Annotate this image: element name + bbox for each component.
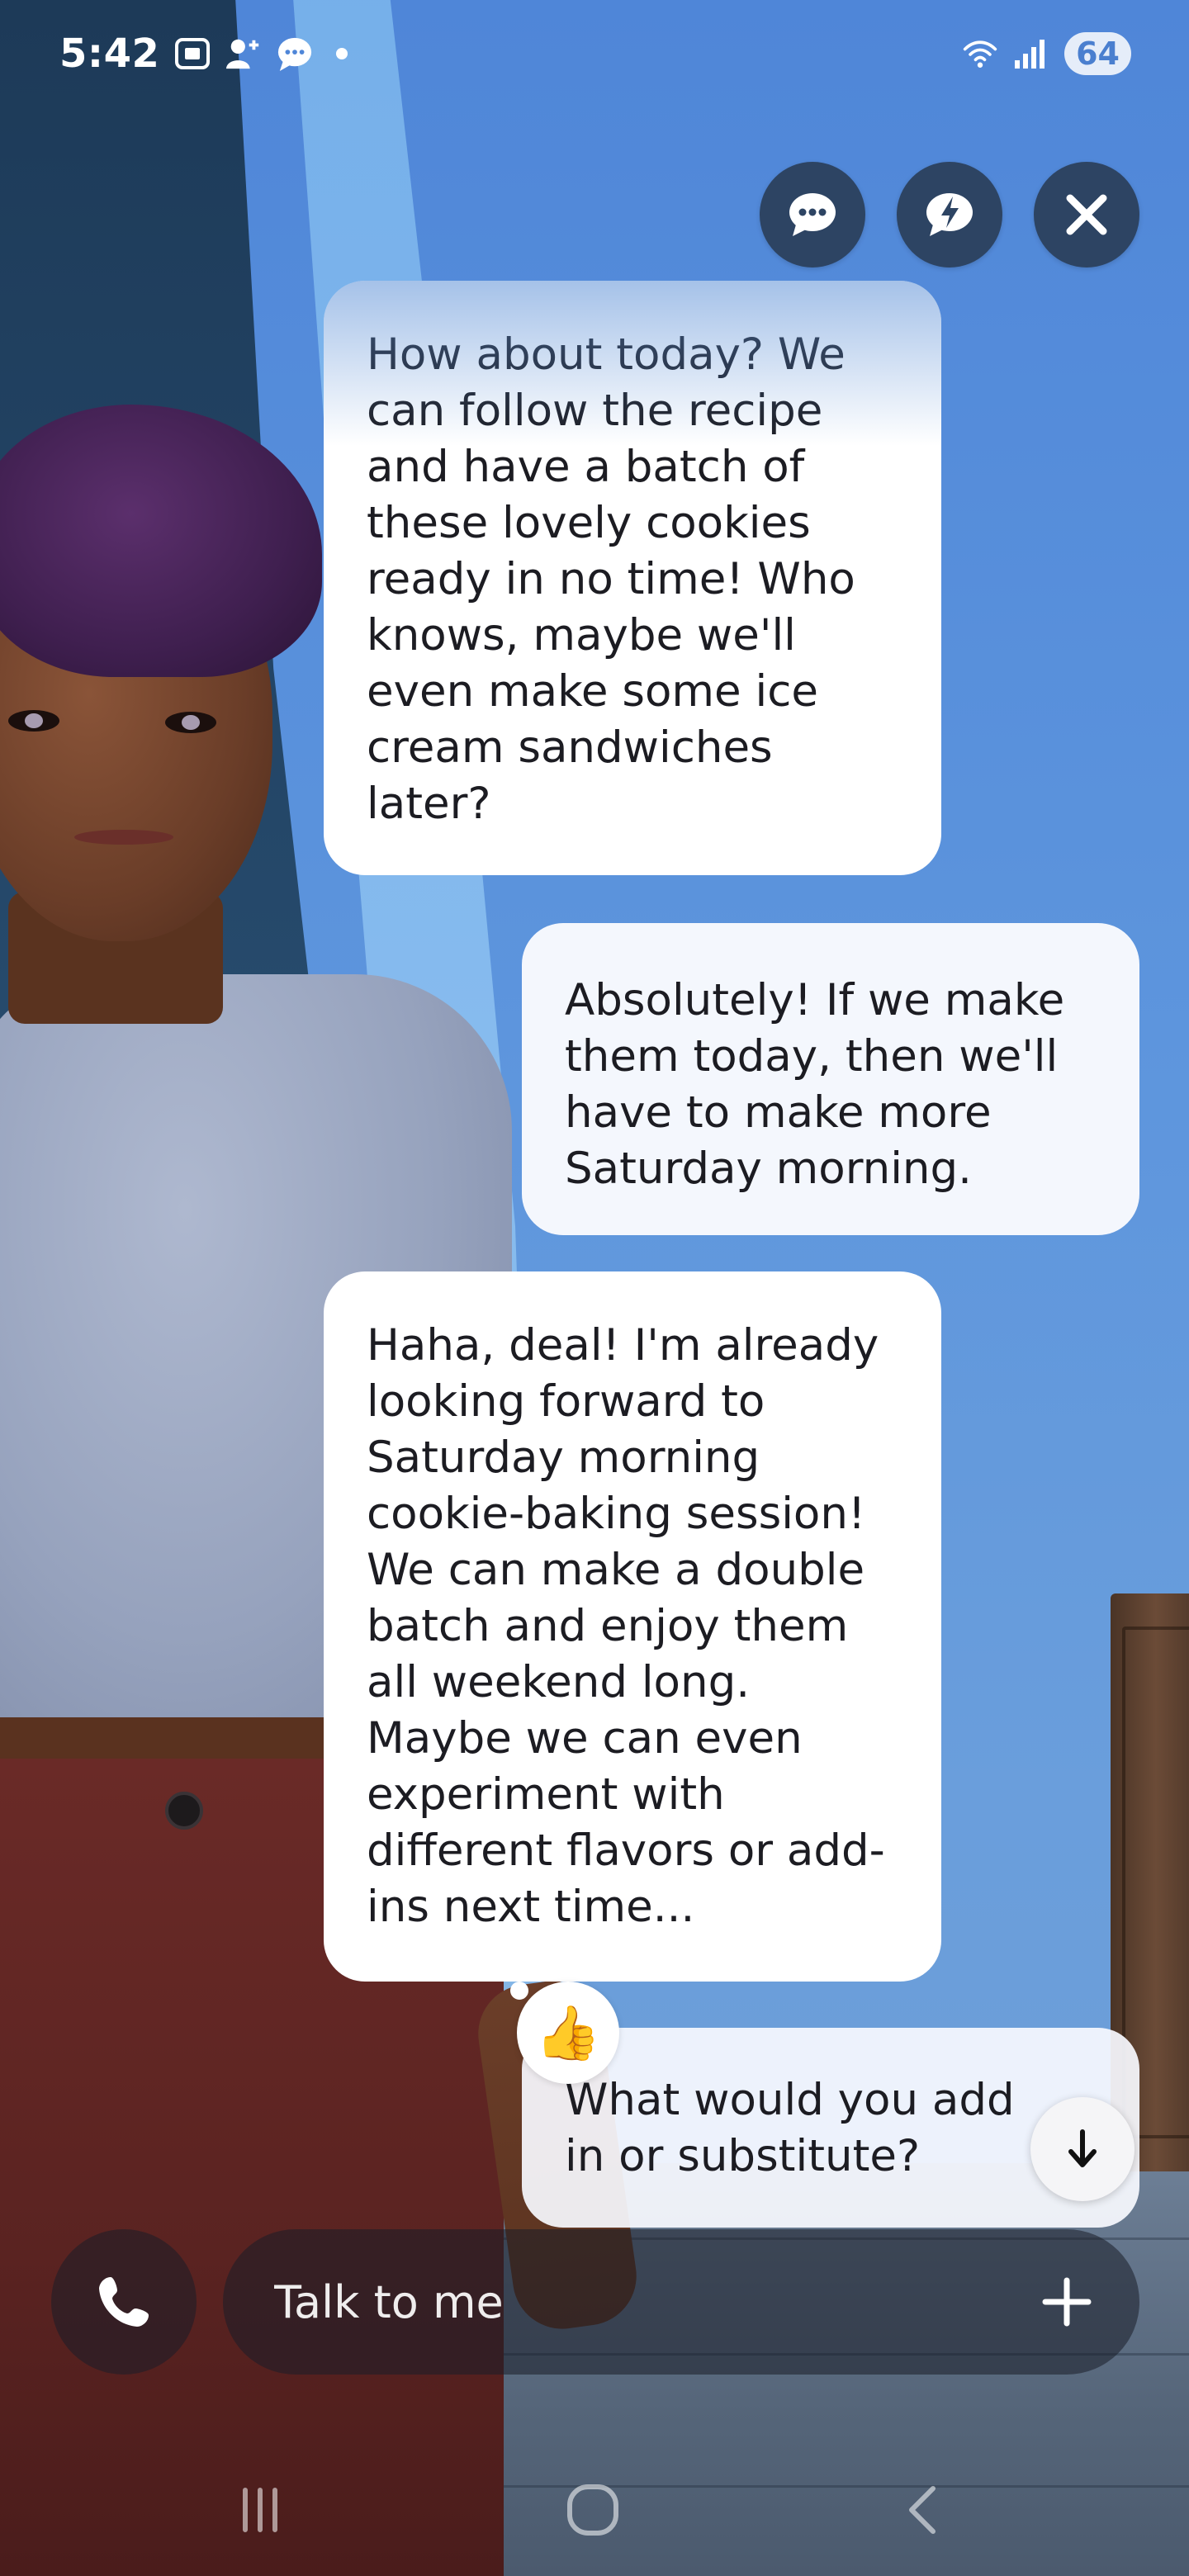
status-time: 5:42 — [59, 31, 160, 77]
back-button[interactable] — [875, 2469, 974, 2551]
close-button[interactable] — [1034, 162, 1139, 268]
top-actions — [760, 162, 1139, 268]
person-add-icon — [225, 36, 262, 72]
signal-icon — [1013, 36, 1049, 72]
avatar-eye-right — [165, 712, 216, 733]
scroll-to-bottom-button[interactable] — [1030, 2097, 1135, 2201]
thumbs-up-icon: 👍 — [535, 2002, 601, 2064]
avatar-mouth — [74, 830, 173, 845]
arrow-down-icon — [1068, 2129, 1097, 2167]
system-navigation-bar — [0, 2444, 1189, 2576]
chat-message-user: Absolutely! If we make them today, then … — [522, 923, 1139, 1235]
chat-icon — [789, 193, 836, 236]
home-button[interactable] — [543, 2469, 642, 2551]
message-text: Haha, deal! I'm already looking forward … — [367, 1320, 885, 1932]
plus-icon — [1042, 2277, 1092, 2327]
message-text: How about today? We can follow the recip… — [367, 329, 855, 829]
battery-indicator: 64 — [1064, 32, 1131, 75]
chat-message-ai: Haha, deal! I'm already looking forward … — [324, 1271, 941, 1982]
recents-icon — [243, 2488, 277, 2532]
message-input[interactable] — [274, 2275, 1034, 2328]
reaction-dot — [510, 1982, 528, 2000]
add-attachment-button[interactable] — [1034, 2269, 1100, 2335]
close-icon — [1066, 194, 1107, 235]
chat-mode-button[interactable] — [760, 162, 865, 268]
avatar-eye-left — [8, 710, 59, 732]
avatar-pants-button — [165, 1792, 203, 1830]
home-icon — [567, 2484, 618, 2536]
recent-apps-button[interactable] — [211, 2469, 310, 2551]
quick-reply-button[interactable] — [897, 162, 1002, 268]
status-bar: 5:42 64 — [0, 0, 1189, 107]
reaction-badge[interactable]: 👍 — [517, 1982, 619, 2084]
chat-bubble-icon — [277, 36, 313, 72]
avatar-hair — [0, 405, 322, 677]
notification-dot — [336, 48, 348, 59]
message-input-bar — [223, 2229, 1139, 2375]
call-button[interactable] — [51, 2229, 197, 2375]
wifi-icon — [962, 36, 998, 72]
message-text: What would you add in or substitute? — [565, 2075, 1015, 2181]
phone-icon — [99, 2277, 149, 2327]
chat-message-ai: How about today? We can follow the recip… — [324, 281, 941, 875]
screenshot-icon — [174, 36, 211, 72]
quick-reply-icon — [926, 193, 973, 236]
message-text: Absolutely! If we make them today, then … — [565, 975, 1065, 1194]
back-icon — [909, 2486, 936, 2534]
